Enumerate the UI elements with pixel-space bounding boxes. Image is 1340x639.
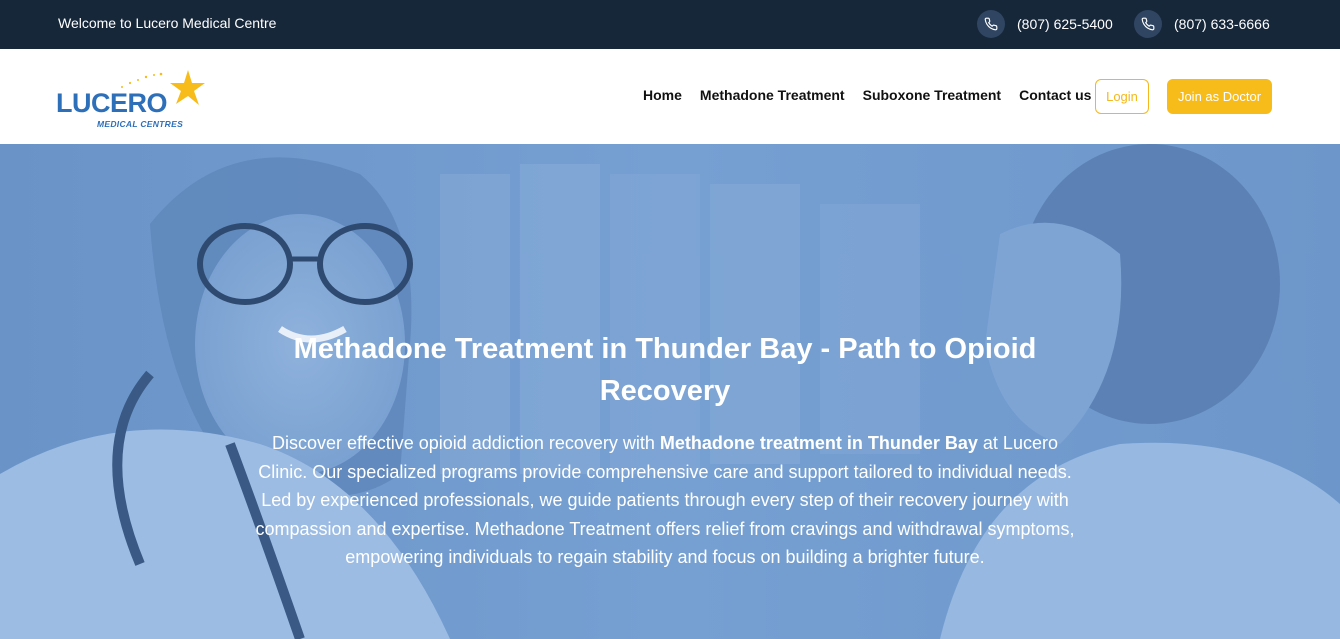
hero-description-intro: Discover effective opioid addiction reco… [272, 433, 660, 453]
hero-description-body: at Lucero Clinic. Our specialized progra… [255, 433, 1075, 567]
hero-description-highlight: Methadone treatment in Thunder Bay [659, 433, 978, 453]
hero-description: Discover effective opioid addiction reco… [250, 429, 1080, 572]
join-as-doctor-button[interactable]: Join as Doctor [1167, 79, 1272, 114]
nav-contact-us[interactable]: Contact us [1019, 87, 1091, 103]
top-bar: Welcome to Lucero Medical Centre (807) 6… [0, 0, 1340, 49]
logo[interactable]: LUCERO MEDICAL CENTRES [56, 69, 206, 129]
logo-subtitle: MEDICAL CENTRES [97, 119, 184, 129]
phone-icon [1134, 10, 1162, 38]
main-nav: Home Methadone Treatment Suboxone Treatm… [643, 87, 1091, 103]
hero-section: Methadone Treatment in Thunder Bay - Pat… [0, 144, 1340, 639]
phone-number-1[interactable]: (807) 625-5400 [1017, 16, 1113, 32]
hero-title: Methadone Treatment in Thunder Bay - Pat… [293, 333, 1037, 407]
phone-link-1[interactable]: (807) 625-5400 [977, 10, 1113, 38]
welcome-text: Welcome to Lucero Medical Centre [58, 15, 277, 31]
phone-icon [977, 10, 1005, 38]
nav-methadone-treatment[interactable]: Methadone Treatment [700, 87, 845, 103]
login-button[interactable]: Login [1095, 79, 1149, 114]
star-icon [170, 70, 205, 105]
nav-suboxone-treatment[interactable]: Suboxone Treatment [863, 87, 1001, 103]
logo-wordmark: LUCERO [56, 88, 168, 118]
nav-home[interactable]: Home [643, 87, 682, 103]
phone-number-2[interactable]: (807) 633-6666 [1174, 16, 1270, 32]
site-header: LUCERO MEDICAL CENTRES Home Methadone Tr… [0, 49, 1340, 144]
phone-link-2[interactable]: (807) 633-6666 [1134, 10, 1270, 38]
